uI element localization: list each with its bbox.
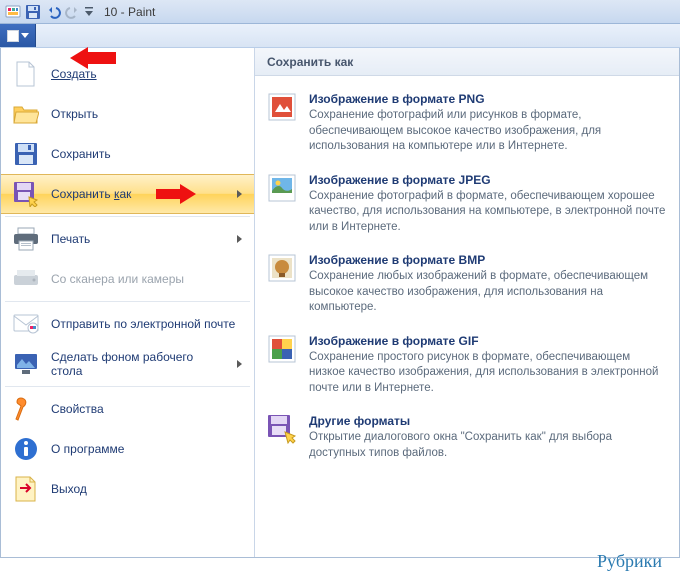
format-title: Изображение в формате PNG <box>309 92 669 106</box>
format-title: Изображение в формате BMP <box>309 253 669 267</box>
format-item-png[interactable]: Изображение в формате PNG Сохранение фот… <box>265 86 671 167</box>
window-title: 10 - Paint <box>104 5 155 19</box>
menu-label: Со сканера или камеры <box>51 272 242 286</box>
info-icon <box>13 436 39 462</box>
menu-new[interactable]: Создать <box>1 54 254 94</box>
exit-icon <box>13 476 39 502</box>
format-item-bmp[interactable]: Изображение в формате BMP Сохранение люб… <box>265 247 671 328</box>
properties-icon <box>13 396 39 422</box>
qat-undo-icon[interactable] <box>44 3 62 21</box>
save-as-pane: Сохранить как Изображение в формате PNG … <box>255 48 679 557</box>
titlebar: 10 - Paint <box>0 0 680 24</box>
format-title: Другие форматы <box>309 414 669 428</box>
submenu-arrow-icon <box>237 190 242 198</box>
menu-exit[interactable]: Выход <box>1 469 254 509</box>
footer-rubriki: Рубрики <box>597 551 662 572</box>
menu-label: Свойства <box>51 402 242 416</box>
menu-save[interactable]: Сохранить <box>1 134 254 174</box>
ribbon-strip <box>0 24 680 48</box>
format-desc: Сохранение фотографий или рисунков в фор… <box>309 108 669 155</box>
menu-print[interactable]: Печать <box>1 219 254 259</box>
qat-customize-icon[interactable] <box>84 3 94 21</box>
menu-label: Печать <box>51 232 225 246</box>
open-folder-icon <box>13 101 39 127</box>
save-as-icon <box>13 181 39 207</box>
file-menu: Создать Открыть Сохранить Сохранить как <box>0 48 680 558</box>
scanner-icon <box>13 266 39 292</box>
format-desc: Сохранение любых изображений в формате, … <box>309 269 669 316</box>
menu-label: Сохранить <box>51 147 242 161</box>
menu-properties[interactable]: Свойства <box>1 389 254 429</box>
format-desc: Сохранение фотографий в формате, обеспеч… <box>309 189 669 236</box>
menu-label: Сохранить как <box>51 187 225 201</box>
menu-divider <box>5 386 250 387</box>
gif-icon <box>267 334 297 364</box>
menu-divider <box>5 216 250 217</box>
menu-save-as[interactable]: Сохранить как <box>1 174 254 214</box>
save-as-pane-header: Сохранить как <box>255 48 679 76</box>
file-tab[interactable] <box>0 24 36 47</box>
menu-divider <box>5 301 250 302</box>
menu-label: Отправить по электронной почте <box>51 317 242 331</box>
format-item-jpeg[interactable]: Изображение в формате JPEG Сохранение фо… <box>265 167 671 248</box>
format-title: Изображение в формате JPEG <box>309 173 669 187</box>
menu-label: Создать <box>51 67 242 81</box>
submenu-arrow-icon <box>237 235 242 243</box>
qat-redo-icon[interactable] <box>64 3 82 21</box>
menu-about[interactable]: О программе <box>1 429 254 469</box>
menu-label: Выход <box>51 482 242 496</box>
menu-open[interactable]: Открыть <box>1 94 254 134</box>
wallpaper-icon <box>13 351 39 377</box>
save-icon <box>13 141 39 167</box>
format-desc: Открытие диалогового окна "Сохранить как… <box>309 430 669 461</box>
format-item-gif[interactable]: Изображение в формате GIF Сохранение про… <box>265 328 671 409</box>
submenu-arrow-icon <box>237 360 242 368</box>
email-icon <box>13 311 39 337</box>
print-icon <box>13 226 39 252</box>
format-item-other[interactable]: Другие форматы Открытие диалогового окна… <box>265 408 671 473</box>
menu-label: Открыть <box>51 107 242 121</box>
bmp-icon <box>267 253 297 283</box>
format-title: Изображение в формате GIF <box>309 334 669 348</box>
menu-label: О программе <box>51 442 242 456</box>
new-file-icon <box>13 61 39 87</box>
png-icon <box>267 92 297 122</box>
save-as-format-list: Изображение в формате PNG Сохранение фот… <box>255 76 679 483</box>
file-menu-left: Создать Открыть Сохранить Сохранить как <box>1 48 255 557</box>
qat-save-icon[interactable] <box>24 3 42 21</box>
menu-label: Сделать фоном рабочего стола <box>51 350 225 378</box>
chevron-down-icon <box>21 33 29 38</box>
app-icon <box>4 3 22 21</box>
other-formats-icon <box>267 414 297 444</box>
file-tab-icon <box>7 30 19 42</box>
jpeg-icon <box>267 173 297 203</box>
format-desc: Сохранение простого рисунок в формате, о… <box>309 350 669 397</box>
menu-scanner: Со сканера или камеры <box>1 259 254 299</box>
menu-email[interactable]: Отправить по электронной почте <box>1 304 254 344</box>
menu-wallpaper[interactable]: Сделать фоном рабочего стола <box>1 344 254 384</box>
